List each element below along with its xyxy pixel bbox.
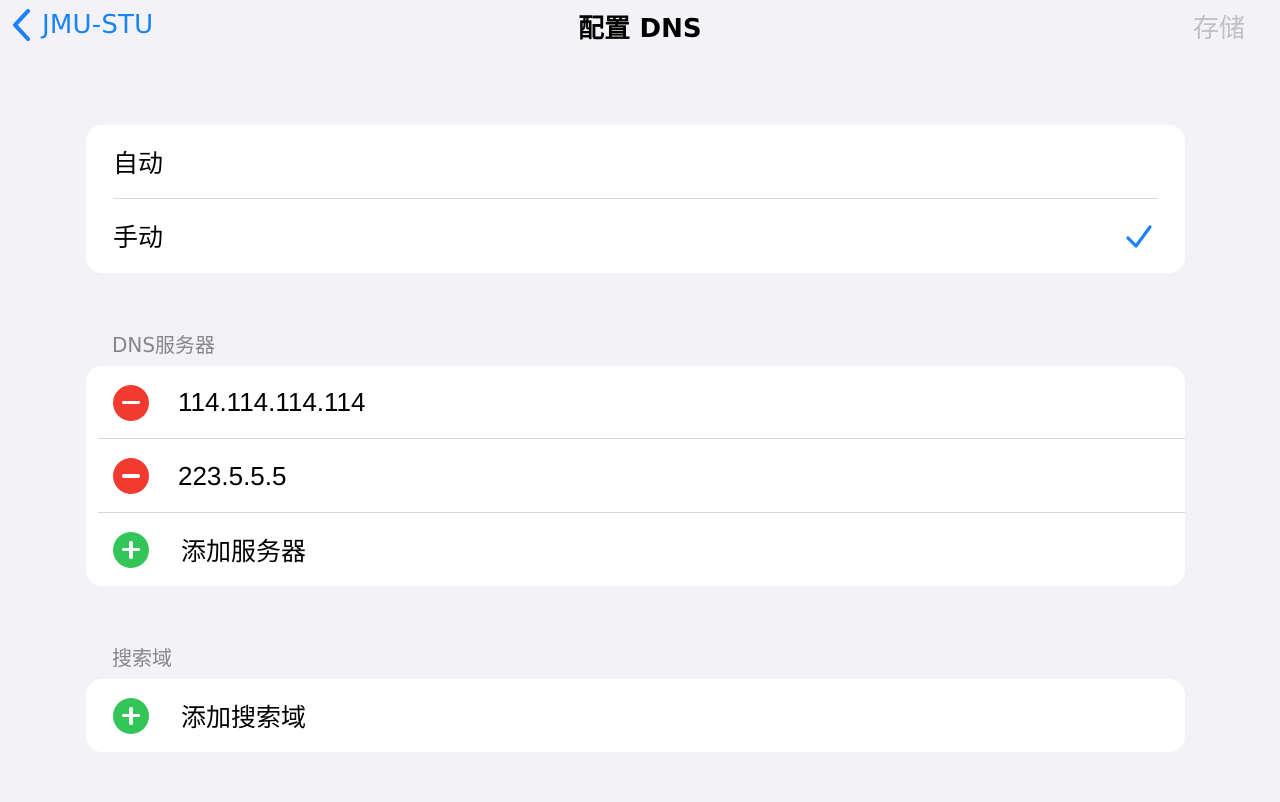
dns-servers-header: DNS服务器	[112, 333, 216, 357]
dns-server-row: 114.114.114.114	[86, 366, 1185, 439]
option-manual[interactable]: 手动	[86, 199, 1185, 273]
dns-servers-card: 114.114.114.114 223.5.5.5 添加服务器	[86, 366, 1185, 586]
add-circle-icon[interactable]	[113, 697, 149, 734]
add-circle-icon[interactable]	[113, 531, 149, 568]
save-button[interactable]: 存储	[1193, 8, 1245, 45]
option-automatic[interactable]: 自动	[86, 125, 1185, 199]
add-search-domain-label: 添加搜索域	[181, 702, 307, 732]
search-domains-header: 搜索域	[112, 646, 172, 670]
add-search-domain-row[interactable]: 添加搜索域	[86, 679, 1185, 752]
search-domains-card: 添加搜索域	[86, 679, 1185, 752]
option-manual-label: 手动	[113, 223, 164, 252]
dns-server-row: 223.5.5.5	[86, 439, 1185, 513]
navigation-bar: JMU-STU 配置 DNS 存储	[0, 0, 1280, 50]
remove-circle-icon[interactable]	[113, 384, 149, 421]
dns-mode-card: 自动 手动	[86, 125, 1185, 273]
remove-circle-icon[interactable]	[113, 458, 149, 494]
checkmark-icon	[1126, 225, 1152, 248]
add-server-row[interactable]: 添加服务器	[86, 513, 1185, 586]
add-server-label: 添加服务器	[181, 536, 307, 566]
dns-server-address[interactable]: 223.5.5.5	[178, 461, 286, 492]
dns-server-address[interactable]: 114.114.114.114	[178, 387, 365, 418]
page-title: 配置 DNS	[578, 14, 702, 44]
option-automatic-label: 自动	[113, 149, 164, 178]
